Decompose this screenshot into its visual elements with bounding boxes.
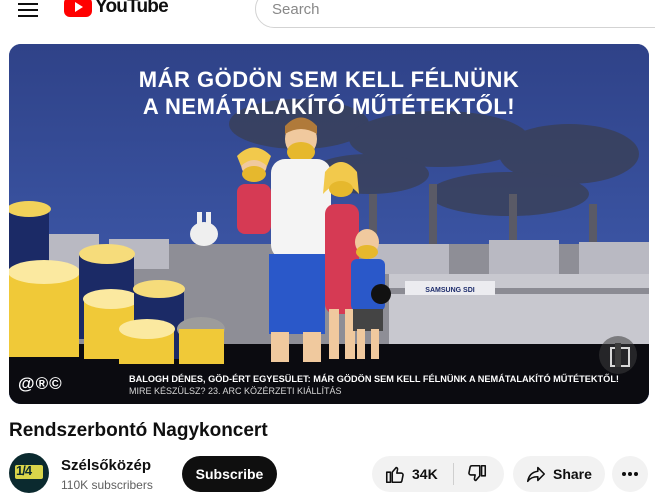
like-count: 34K bbox=[412, 466, 438, 482]
thumbs-down-icon bbox=[468, 464, 487, 482]
share-label: Share bbox=[553, 466, 592, 482]
poster-caption-sub: MIRE KÉSZÜLSZ? 23. ARC KÖZÉRZETI KIÁLLÍT… bbox=[129, 386, 342, 396]
search-input[interactable]: Search bbox=[255, 0, 655, 28]
thumbs-up-icon bbox=[385, 466, 404, 484]
video-player[interactable]: SAMSUNG SDI MÁR GÖDÖN SEM KELL FÉLNÜNK A… bbox=[9, 44, 649, 404]
poster-caption-main: BALOGH DÉNES, GÖD-ÉRT EGYESÜLET: MÁR GÖD… bbox=[129, 374, 619, 384]
avatar-text: 1/4 bbox=[16, 463, 32, 478]
fullscreen-icon[interactable] bbox=[599, 336, 637, 374]
channel-name[interactable]: Szélsőközép bbox=[61, 457, 151, 474]
poster-headline: MÁR GÖDÖN SEM KELL FÉLNÜNK A NEMÁTALAKÍT… bbox=[9, 66, 649, 120]
share-button[interactable]: Share bbox=[513, 456, 605, 492]
poster-headline-line2: A NEMÁTALAKÍTÓ MŰTÉTEKTŐL! bbox=[142, 94, 516, 119]
masthead: YouTube Search bbox=[0, 0, 655, 28]
menu-icon[interactable] bbox=[16, 0, 40, 22]
channel-avatar[interactable]: 1/4 bbox=[9, 453, 49, 493]
youtube-logo[interactable]: YouTube bbox=[64, 0, 169, 18]
video-title: Rendszerbontó Nagykoncert bbox=[9, 420, 268, 441]
subscribe-button[interactable]: Subscribe bbox=[182, 456, 277, 492]
like-dislike-group: 34K bbox=[372, 456, 504, 492]
dislike-button[interactable] bbox=[454, 456, 504, 492]
subscriber-count: 110K subscribers bbox=[61, 478, 153, 492]
poster-headline-line1: MÁR GÖDÖN SEM KELL FÉLNÜNK bbox=[138, 67, 520, 92]
share-arrow-icon bbox=[526, 466, 546, 483]
factory-sign: SAMSUNG SDI bbox=[425, 287, 474, 294]
arc-watermark: @®© bbox=[18, 374, 63, 393]
logo-text: YouTube bbox=[95, 0, 169, 17]
like-button[interactable]: 34K bbox=[372, 456, 454, 492]
search-placeholder: Search bbox=[272, 1, 320, 18]
youtube-play-icon bbox=[64, 0, 92, 17]
more-actions-icon[interactable] bbox=[612, 456, 648, 492]
